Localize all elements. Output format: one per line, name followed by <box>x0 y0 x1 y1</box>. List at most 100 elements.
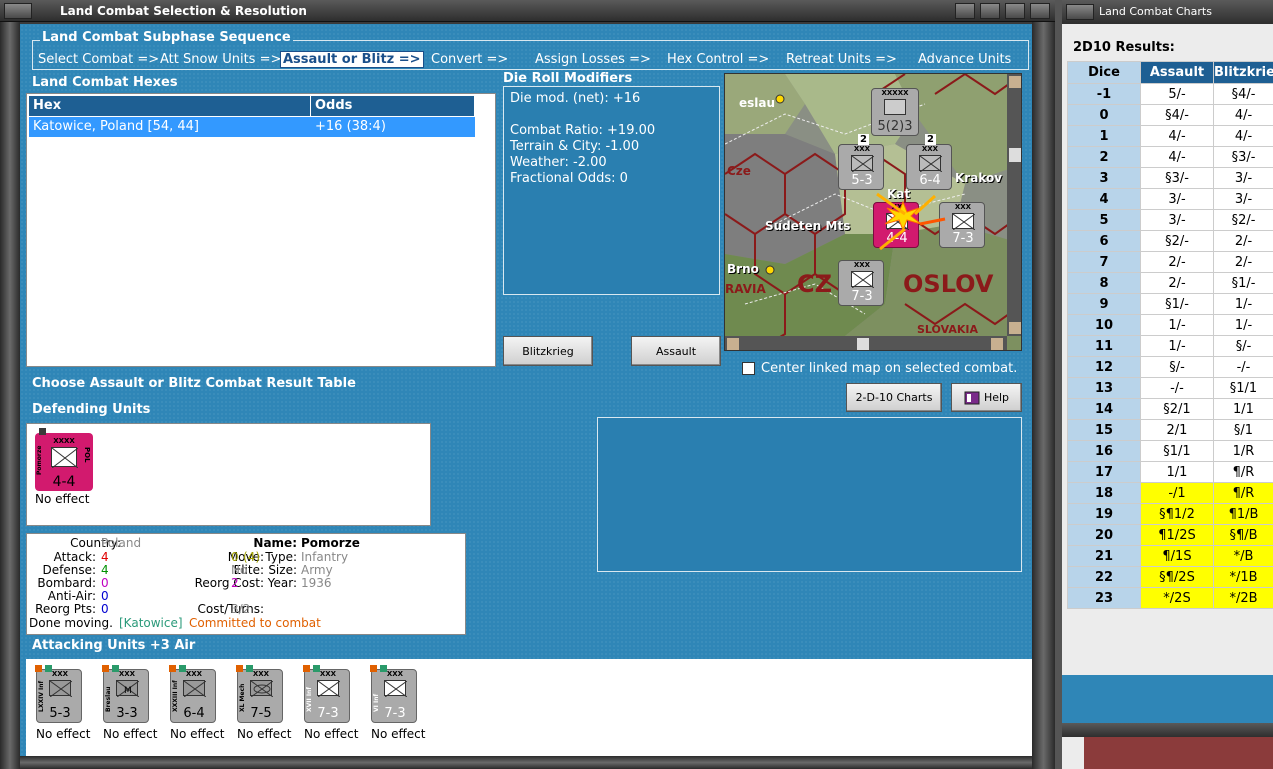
map-unit[interactable]: XXXXX 5(2)3 <box>871 88 919 136</box>
attacker-unit-counter[interactable]: XXX LXXIV Inf 5-3 <box>35 665 82 723</box>
assault-cell: §1/- <box>1140 293 1214 315</box>
results-row: 21 ¶/1S */B <box>1067 545 1273 567</box>
step-retreat-units: Retreat Units => <box>786 52 897 67</box>
antiair-label: Anti-Air: <box>47 589 96 603</box>
background-map-thumbnail <box>1084 737 1273 769</box>
assault-cell: */2S <box>1140 587 1214 609</box>
results-row: 4 3/- 3/- <box>1067 188 1273 210</box>
dice-cell: 6 <box>1067 230 1141 252</box>
dice-cell: 7 <box>1067 251 1141 273</box>
blitz-cell: §2/- <box>1213 209 1273 231</box>
horizontal-scroll-thumb[interactable] <box>857 338 869 350</box>
dice-cell: 8 <box>1067 272 1141 294</box>
reorg-cost-label: Reorg Cost: <box>194 576 264 590</box>
col-odds[interactable]: Odds <box>311 96 475 116</box>
map-label-cz: CZ <box>797 270 833 298</box>
map-label-oslov: OSLOV <box>903 270 994 298</box>
dice-cell: 5 <box>1067 209 1141 231</box>
move-value: 0 <box>231 550 239 564</box>
map-unit[interactable]: XXX 7-3 <box>838 260 884 306</box>
scroll-left-arrow-icon[interactable] <box>727 338 739 350</box>
vertical-scroll-thumb[interactable] <box>1009 148 1021 162</box>
combat-result-panel <box>597 417 1022 572</box>
maximize-button[interactable] <box>980 3 1000 19</box>
dice-cell: 22 <box>1067 566 1141 588</box>
dice-cell: 9 <box>1067 293 1141 315</box>
modifier-combat-ratio: Combat Ratio: +19.00 <box>510 123 656 138</box>
close-button[interactable] <box>1005 3 1025 19</box>
col-hex[interactable]: Hex <box>29 96 311 116</box>
attacker-unit-counter[interactable]: XXX XXXIII Inf 6-4 <box>169 665 216 723</box>
year-label: Year: <box>267 576 297 590</box>
assault-cell: 3/- <box>1140 209 1214 231</box>
results-row: 19 §¶1/2 ¶1/B <box>1067 503 1273 525</box>
assault-cell: 4/- <box>1140 146 1214 168</box>
window-menu-icon[interactable] <box>4 3 32 19</box>
charts-window-menu-icon[interactable] <box>1066 4 1094 20</box>
scroll-up-arrow-icon[interactable] <box>1009 76 1021 88</box>
center-map-checkbox[interactable]: Center linked map on selected combat. <box>742 361 1017 376</box>
blitzkrieg-button[interactable]: Blitzkrieg <box>503 336 593 366</box>
odds-row-cell[interactable]: +16 (38:4) <box>311 117 475 137</box>
blitz-cell: ¶/R <box>1213 461 1273 483</box>
results-row: 0 §4/- 4/- <box>1067 104 1273 126</box>
blitz-cell: 4/- <box>1213 125 1273 147</box>
assault-cell: 1/- <box>1140 335 1214 357</box>
dice-cell: 12 <box>1067 356 1141 378</box>
background-window-strip <box>1062 723 1273 769</box>
results-table: Dice Assault Blitzkrie -1 5/- §4/- 0 §4/- 4/-… <box>1067 61 1273 609</box>
charts-button[interactable]: 2-D-10 Charts <box>846 383 942 412</box>
step-convert: Convert => <box>431 52 509 67</box>
stack-count-badge: 2 <box>925 134 936 145</box>
help-button[interactable]: Help <box>951 383 1022 412</box>
restore-button[interactable] <box>1030 3 1050 19</box>
map-label-brno: Brno <box>727 262 759 276</box>
checkbox-icon[interactable] <box>742 362 755 375</box>
assault-cell: 1/1 <box>1140 461 1214 483</box>
results-row: 15 2/1 §/1 <box>1067 419 1273 441</box>
blitz-cell: -/- <box>1213 356 1273 378</box>
results-row: 13 -/- §1/1 <box>1067 377 1273 399</box>
svg-text:M: M <box>124 686 132 696</box>
assault-cell: 2/- <box>1140 272 1214 294</box>
dice-cell: 4 <box>1067 188 1141 210</box>
dice-cell: 17 <box>1067 461 1141 483</box>
step-assign-losses: Assign Losses => <box>535 52 651 67</box>
bombard-value: 0 <box>101 576 109 590</box>
dice-cell: 20 <box>1067 524 1141 546</box>
defending-units-panel: XXXX Pomorze POL 4-4 No effect <box>26 423 431 526</box>
attacker-unit-counter[interactable]: XXX XVII Inf 7-3 <box>303 665 350 723</box>
map-label-krakow: Krakov <box>955 171 1003 185</box>
blitz-cell: 1/- <box>1213 293 1273 315</box>
blitz-cell: 1/1 <box>1213 398 1273 420</box>
attacking-units-panel: XXX LXXIV Inf 5-3 No effect XXX Breslau M 3-3 No… <box>26 659 1032 756</box>
scroll-right-arrow-icon[interactable] <box>991 338 1003 350</box>
assault-button[interactable]: Assault <box>631 336 721 366</box>
charts-window-title: Land Combat Charts <box>1099 5 1212 18</box>
charts-window-titlebar[interactable]: Land Combat Charts <box>1062 0 1273 24</box>
committed-text: Committed to combat <box>189 616 321 630</box>
charts-lower-panel <box>1062 675 1273 723</box>
dice-cell: -1 <box>1067 83 1141 105</box>
attacker-unit-counter[interactable]: XXX VI Inf 7-3 <box>370 665 417 723</box>
type-label: Type: <box>265 550 297 564</box>
assault-cell: §2/1 <box>1140 398 1214 420</box>
modifier-fractional: Fractional Odds: 0 <box>510 171 628 186</box>
combat-window-titlebar[interactable]: Land Combat Selection & Resolution <box>0 0 1055 22</box>
linked-map[interactable]: eslau Krakov Cze Kat Sudeten Mts Brno RA… <box>724 73 1022 351</box>
attacker-unit-counter[interactable]: XXX Breslau M 3-3 <box>102 665 149 723</box>
map-horizontal-scrollbar[interactable] <box>725 336 1007 350</box>
hexes-list[interactable]: Hex Odds Katowice, Poland [54, 44] +16 (… <box>26 93 496 367</box>
minimize-button[interactable] <box>955 3 975 19</box>
col-dice: Dice <box>1067 61 1141 84</box>
map-vertical-scrollbar[interactable] <box>1007 74 1021 336</box>
results-row: 14 §2/1 1/1 <box>1067 398 1273 420</box>
map-label-breslau: eslau <box>739 96 776 110</box>
scroll-down-arrow-icon[interactable] <box>1009 322 1021 334</box>
attacker-unit-counter[interactable]: XXX XL Mech 7-5 <box>236 665 283 723</box>
hex-row-cell[interactable]: Katowice, Poland [54, 44] <box>29 117 311 137</box>
attacking-title: Attacking Units +3 Air <box>32 638 196 653</box>
defender-unit-counter[interactable]: XXXX Pomorze POL 4-4 <box>35 428 93 491</box>
map-label-sudeten: Sudeten Mts <box>765 219 851 233</box>
dice-cell: 19 <box>1067 503 1141 525</box>
